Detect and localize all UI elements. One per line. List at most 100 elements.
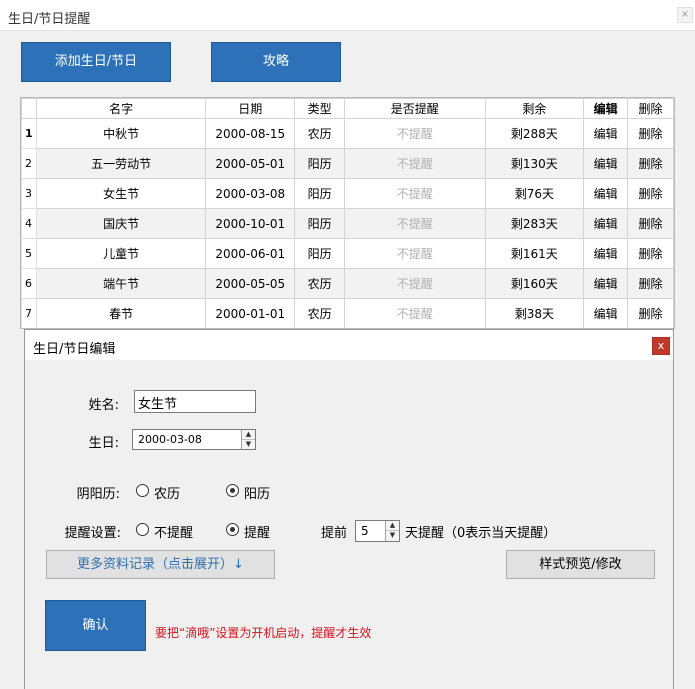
column-header-remaining[interactable]: 剩余 <box>484 98 585 119</box>
cell-date[interactable]: 2000-08-15 <box>205 118 296 149</box>
cell-remaining: 剩38天 <box>484 298 585 328</box>
table-row[interactable]: 1 中秋节 2000-08-15 农历 不提醒 剩288天 编辑 删除 <box>21 118 674 149</box>
radio-lunar-label[interactable]: 农历 <box>154 483 180 502</box>
guide-button[interactable]: 攻略 <box>211 42 341 82</box>
cell-date[interactable]: 2000-05-05 <box>205 268 296 299</box>
window-titlebar: 生日/节日提醒 × <box>0 0 695 31</box>
edit-link[interactable]: 编辑 <box>583 268 629 299</box>
name-label: 姓名: <box>88 398 119 413</box>
cell-type[interactable]: 阳历 <box>294 208 346 239</box>
column-header-delete[interactable]: 删除 <box>627 98 674 119</box>
birthday-date-picker[interactable]: 2000-03-08 ▲ ▼ <box>132 429 256 450</box>
edit-link[interactable]: 编辑 <box>583 178 629 209</box>
cell-name[interactable]: 春节 <box>35 298 207 328</box>
radio-remind-label[interactable]: 提醒 <box>244 522 270 541</box>
birthday-spinner[interactable]: ▲ ▼ <box>241 430 255 449</box>
table-header-row: 名字 日期 类型 是否提醒 剩余 编辑 删除 <box>21 98 674 119</box>
spin-down-icon[interactable]: ▼ <box>242 440 255 450</box>
cell-date[interactable]: 2000-05-01 <box>205 148 296 179</box>
table-row[interactable]: 6 端午节 2000-05-05 农历 不提醒 剩160天 编辑 删除 <box>21 268 674 299</box>
cell-remaining: 剩283天 <box>484 208 585 239</box>
cell-remind[interactable]: 不提醒 <box>344 148 486 179</box>
cell-name[interactable]: 五一劳动节 <box>35 148 207 179</box>
delete-link[interactable]: 删除 <box>627 118 674 149</box>
spin-down-icon[interactable]: ▼ <box>386 531 399 541</box>
edit-link[interactable]: 编辑 <box>583 208 629 239</box>
add-birthday-button[interactable]: 添加生日/节日 <box>21 42 171 82</box>
cell-type[interactable]: 阳历 <box>294 148 346 179</box>
style-preview-label: 样式预览/修改 <box>539 557 622 572</box>
advance-label: 提前 <box>321 526 348 541</box>
cell-type[interactable]: 农历 <box>294 118 346 149</box>
cell-date[interactable]: 2000-06-01 <box>205 238 296 269</box>
cell-type[interactable]: 农历 <box>294 268 346 299</box>
cell-date[interactable]: 2000-03-08 <box>205 178 296 209</box>
advance-days-value: 5 <box>361 524 369 538</box>
cell-name[interactable]: 端午节 <box>35 268 207 299</box>
confirm-label: 确认 <box>82 618 109 633</box>
spin-up-icon[interactable]: ▲ <box>242 430 255 440</box>
cell-date[interactable]: 2000-10-01 <box>205 208 296 239</box>
radio-solar-label[interactable]: 阳历 <box>244 483 270 502</box>
name-input[interactable]: 女生节 <box>134 390 256 413</box>
radio-no-remind-label[interactable]: 不提醒 <box>154 522 193 541</box>
delete-link[interactable]: 删除 <box>627 148 674 179</box>
row-number: 1 <box>21 118 37 149</box>
delete-link[interactable]: 删除 <box>627 268 674 299</box>
events-table: 名字 日期 类型 是否提醒 剩余 编辑 删除 1 中秋节 2000-08-15 … <box>20 97 675 329</box>
cell-remind[interactable]: 不提醒 <box>344 268 486 299</box>
column-header-date[interactable]: 日期 <box>205 98 296 119</box>
cell-remaining: 剩130天 <box>484 148 585 179</box>
cell-remaining: 剩288天 <box>484 118 585 149</box>
edit-link[interactable]: 编辑 <box>583 298 629 328</box>
edit-link[interactable]: 编辑 <box>583 238 629 269</box>
cell-name[interactable]: 女生节 <box>35 178 207 209</box>
row-number: 2 <box>21 148 37 179</box>
row-number: 7 <box>21 298 37 328</box>
cell-remind[interactable]: 不提醒 <box>344 238 486 269</box>
delete-link[interactable]: 删除 <box>627 208 674 239</box>
column-header-edit[interactable]: 编辑 <box>583 98 629 119</box>
cell-remaining: 剩161天 <box>484 238 585 269</box>
birthday-label: 生日: <box>88 436 119 451</box>
delete-link[interactable]: 删除 <box>627 178 674 209</box>
delete-link[interactable]: 删除 <box>627 238 674 269</box>
row-number: 4 <box>21 208 37 239</box>
table-row[interactable]: 7 春节 2000-01-01 农历 不提醒 剩38天 编辑 删除 <box>21 298 674 328</box>
spin-up-icon[interactable]: ▲ <box>386 521 399 531</box>
cell-name[interactable]: 儿童节 <box>35 238 207 269</box>
column-header-name[interactable]: 名字 <box>35 98 207 119</box>
radio-lunar[interactable] <box>136 484 149 497</box>
column-header-remind[interactable]: 是否提醒 <box>344 98 486 119</box>
radio-remind[interactable] <box>226 523 239 536</box>
radio-no-remind[interactable] <box>136 523 149 536</box>
more-info-button[interactable]: 更多资料记录（点击展开）↓ <box>46 550 275 579</box>
style-preview-button[interactable]: 样式预览/修改 <box>506 550 655 579</box>
table-row[interactable]: 5 儿童节 2000-06-01 阳历 不提醒 剩161天 编辑 删除 <box>21 238 674 269</box>
advance-days-stepper[interactable]: 5 ▲ ▼ <box>355 520 400 542</box>
edit-link[interactable]: 编辑 <box>583 148 629 179</box>
cell-name[interactable]: 中秋节 <box>35 118 207 149</box>
delete-link[interactable]: 删除 <box>627 298 674 328</box>
edit-dialog: 生日/节日编辑 x 姓名: 女生节 生日: 2000-03-08 ▲ ▼ 阴阳历… <box>24 329 674 689</box>
advance-spinner[interactable]: ▲ ▼ <box>385 521 399 541</box>
cell-remind[interactable]: 不提醒 <box>344 298 486 328</box>
cell-type[interactable]: 阳历 <box>294 238 346 269</box>
cell-type[interactable]: 农历 <box>294 298 346 328</box>
cell-date[interactable]: 2000-01-01 <box>205 298 296 328</box>
table-row[interactable]: 2 五一劳动节 2000-05-01 阳历 不提醒 剩130天 编辑 删除 <box>21 148 674 179</box>
window-close-button[interactable]: × <box>677 7 693 23</box>
confirm-button[interactable]: 确认 <box>45 600 146 651</box>
cell-remind[interactable]: 不提醒 <box>344 178 486 209</box>
dialog-close-button[interactable]: x <box>652 337 670 355</box>
cell-remind[interactable]: 不提醒 <box>344 208 486 239</box>
cell-name[interactable]: 国庆节 <box>35 208 207 239</box>
table-row[interactable]: 4 国庆节 2000-10-01 阳历 不提醒 剩283天 编辑 删除 <box>21 208 674 239</box>
row-number: 6 <box>21 268 37 299</box>
table-row[interactable]: 3 女生节 2000-03-08 阳历 不提醒 剩76天 编辑 删除 <box>21 178 674 209</box>
cell-type[interactable]: 阳历 <box>294 178 346 209</box>
radio-solar[interactable] <box>226 484 239 497</box>
cell-remind[interactable]: 不提醒 <box>344 118 486 149</box>
edit-link[interactable]: 编辑 <box>583 118 629 149</box>
column-header-type[interactable]: 类型 <box>294 98 346 119</box>
